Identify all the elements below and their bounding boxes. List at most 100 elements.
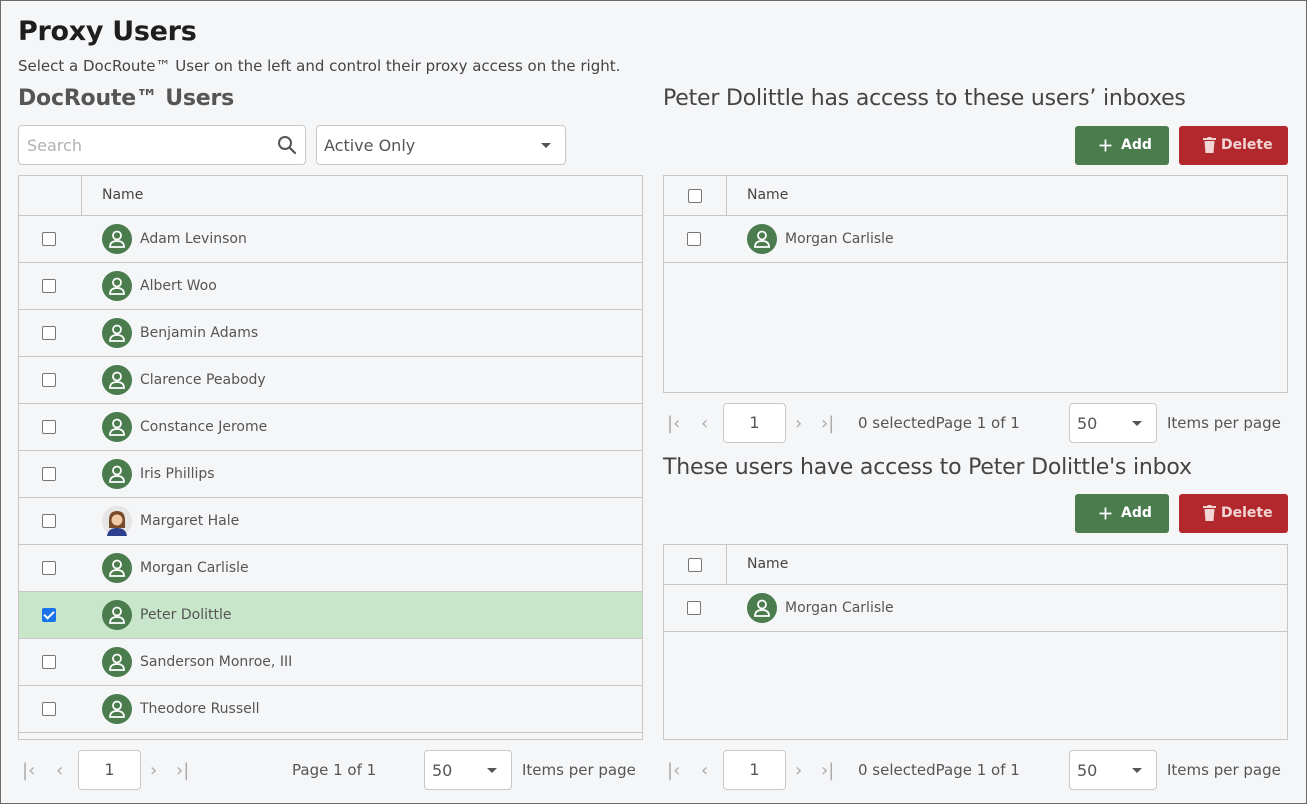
table-row[interactable]: Iris Phillips	[19, 451, 642, 498]
add-button[interactable]: Add	[1075, 494, 1169, 533]
has-access-title: Peter Dolittle has access to these users…	[663, 86, 1186, 111]
table-row[interactable]: Morgan Carlisle	[664, 585, 1287, 632]
user-icon	[102, 318, 132, 348]
select-all-checkbox[interactable]	[688, 189, 702, 203]
column-header-name[interactable]: Name	[747, 556, 788, 572]
add-button-label: Add	[1121, 505, 1152, 521]
row-checkbox[interactable]	[42, 232, 56, 246]
row-checkbox[interactable]	[42, 373, 56, 387]
user-icon	[747, 224, 777, 254]
per-page-label: Items per page	[1167, 414, 1281, 432]
user-icon	[102, 647, 132, 677]
user-name: Albert Woo	[140, 278, 217, 294]
first-page-icon[interactable]: |‹	[667, 413, 680, 434]
per-page-value: 50	[432, 761, 453, 780]
delete-button[interactable]: Delete	[1179, 494, 1288, 533]
user-icon	[102, 600, 132, 630]
prev-page-icon[interactable]: ‹	[701, 413, 708, 434]
table-row[interactable]: Peter Dolittle	[19, 592, 642, 639]
delete-button[interactable]: Delete	[1179, 126, 1288, 165]
page-title: Proxy Users	[18, 16, 197, 47]
column-header-name[interactable]: Name	[102, 187, 143, 203]
user-icon	[102, 553, 132, 583]
page-number-input[interactable]: 1	[723, 750, 786, 790]
search-box	[18, 125, 306, 165]
table-row[interactable]: Benjamin Adams	[19, 310, 642, 357]
status-filter-value: Active Only	[324, 136, 416, 155]
column-header-name[interactable]: Name	[747, 187, 788, 203]
per-page-select[interactable]: 50	[1069, 403, 1157, 443]
user-name: Adam Levinson	[140, 231, 247, 247]
row-checkbox[interactable]	[687, 601, 701, 615]
row-checkbox[interactable]	[42, 561, 56, 575]
user-name: Clarence Peabody	[140, 372, 266, 388]
table-row[interactable]: Albert Woo	[19, 263, 642, 310]
user-name: Theodore Russell	[140, 701, 260, 717]
next-page-icon[interactable]: ›	[795, 413, 802, 434]
page-number-input[interactable]: 1	[78, 750, 141, 790]
user-name: Peter Dolittle	[140, 607, 232, 623]
access-to-inbox-grid: Name Morgan Carlisle	[663, 544, 1288, 740]
search-input[interactable]	[19, 126, 259, 164]
row-checkbox[interactable]	[42, 467, 56, 481]
prev-page-icon[interactable]: ‹	[56, 760, 63, 781]
plus-icon	[1099, 139, 1112, 152]
row-checkbox[interactable]	[42, 702, 56, 716]
row-checkbox[interactable]	[42, 420, 56, 434]
last-page-icon[interactable]: ›|	[821, 760, 834, 781]
table-row[interactable]: Morgan Carlisle	[664, 216, 1287, 263]
search-icon[interactable]	[277, 135, 297, 155]
next-page-icon[interactable]: ›	[795, 760, 802, 781]
select-all-checkbox[interactable]	[688, 558, 702, 572]
chevron-down-icon	[541, 143, 551, 148]
table-row[interactable]: Adam Levinson	[19, 216, 642, 263]
table-row[interactable]: Theodore Russell	[19, 686, 642, 733]
chevron-down-icon	[1132, 768, 1142, 773]
table-row[interactable]: Sanderson Monroe, III	[19, 639, 642, 686]
page-subtitle: Select a DocRoute™ User on the left and …	[18, 57, 621, 75]
row-checkbox[interactable]	[42, 514, 56, 528]
column-separator	[726, 545, 727, 585]
selected-info: 0 selectedPage 1 of 1	[858, 761, 1020, 779]
user-icon	[102, 412, 132, 442]
users-panel-title: DocRoute™ Users	[18, 86, 235, 111]
last-page-icon[interactable]: ›|	[821, 413, 834, 434]
users-pager: |‹ ‹ 1 › ›| Page 1 of 1 50 Items per pag…	[18, 750, 643, 790]
grid-header: Name	[664, 545, 1287, 585]
row-checkbox[interactable]	[42, 326, 56, 340]
row-checkbox[interactable]	[687, 232, 701, 246]
column-separator	[81, 176, 82, 216]
per-page-select[interactable]: 50	[424, 750, 512, 790]
user-name: Benjamin Adams	[140, 325, 259, 341]
user-name: Constance Jerome	[140, 419, 268, 435]
row-checkbox[interactable]	[42, 279, 56, 293]
first-page-icon[interactable]: |‹	[22, 760, 35, 781]
user-name: Iris Phillips	[140, 466, 215, 482]
has-access-pager: |‹ ‹ 1 › ›| 0 selectedPage 1 of 1 50 Ite…	[663, 403, 1288, 443]
first-page-icon[interactable]: |‹	[667, 760, 680, 781]
has-access-grid: Name Morgan Carlisle	[663, 175, 1288, 393]
user-name: Margaret Hale	[140, 513, 240, 529]
page-number-input[interactable]: 1	[723, 403, 786, 443]
row-checkbox[interactable]	[42, 655, 56, 669]
table-row[interactable]: Morgan Carlisle	[19, 545, 642, 592]
prev-page-icon[interactable]: ‹	[701, 760, 708, 781]
per-page-select[interactable]: 50	[1069, 750, 1157, 790]
chevron-down-icon	[1132, 421, 1142, 426]
table-row[interactable]: Clarence Peabody	[19, 357, 642, 404]
next-page-icon[interactable]: ›	[150, 760, 157, 781]
avatar	[102, 506, 132, 536]
add-button[interactable]: Add	[1075, 126, 1169, 165]
user-icon	[102, 365, 132, 395]
last-page-icon[interactable]: ›|	[176, 760, 189, 781]
table-row[interactable]: Margaret Hale	[19, 498, 642, 545]
user-name: Morgan Carlisle	[140, 560, 249, 576]
per-page-label: Items per page	[522, 761, 636, 779]
user-name: Sanderson Monroe, III	[140, 654, 293, 670]
delete-button-label: Delete	[1221, 137, 1273, 153]
table-row[interactable]: Constance Jerome	[19, 404, 642, 451]
row-checkbox[interactable]	[42, 608, 56, 622]
plus-icon	[1099, 507, 1112, 520]
status-filter-select[interactable]: Active Only	[316, 125, 566, 165]
add-button-label: Add	[1121, 137, 1152, 153]
